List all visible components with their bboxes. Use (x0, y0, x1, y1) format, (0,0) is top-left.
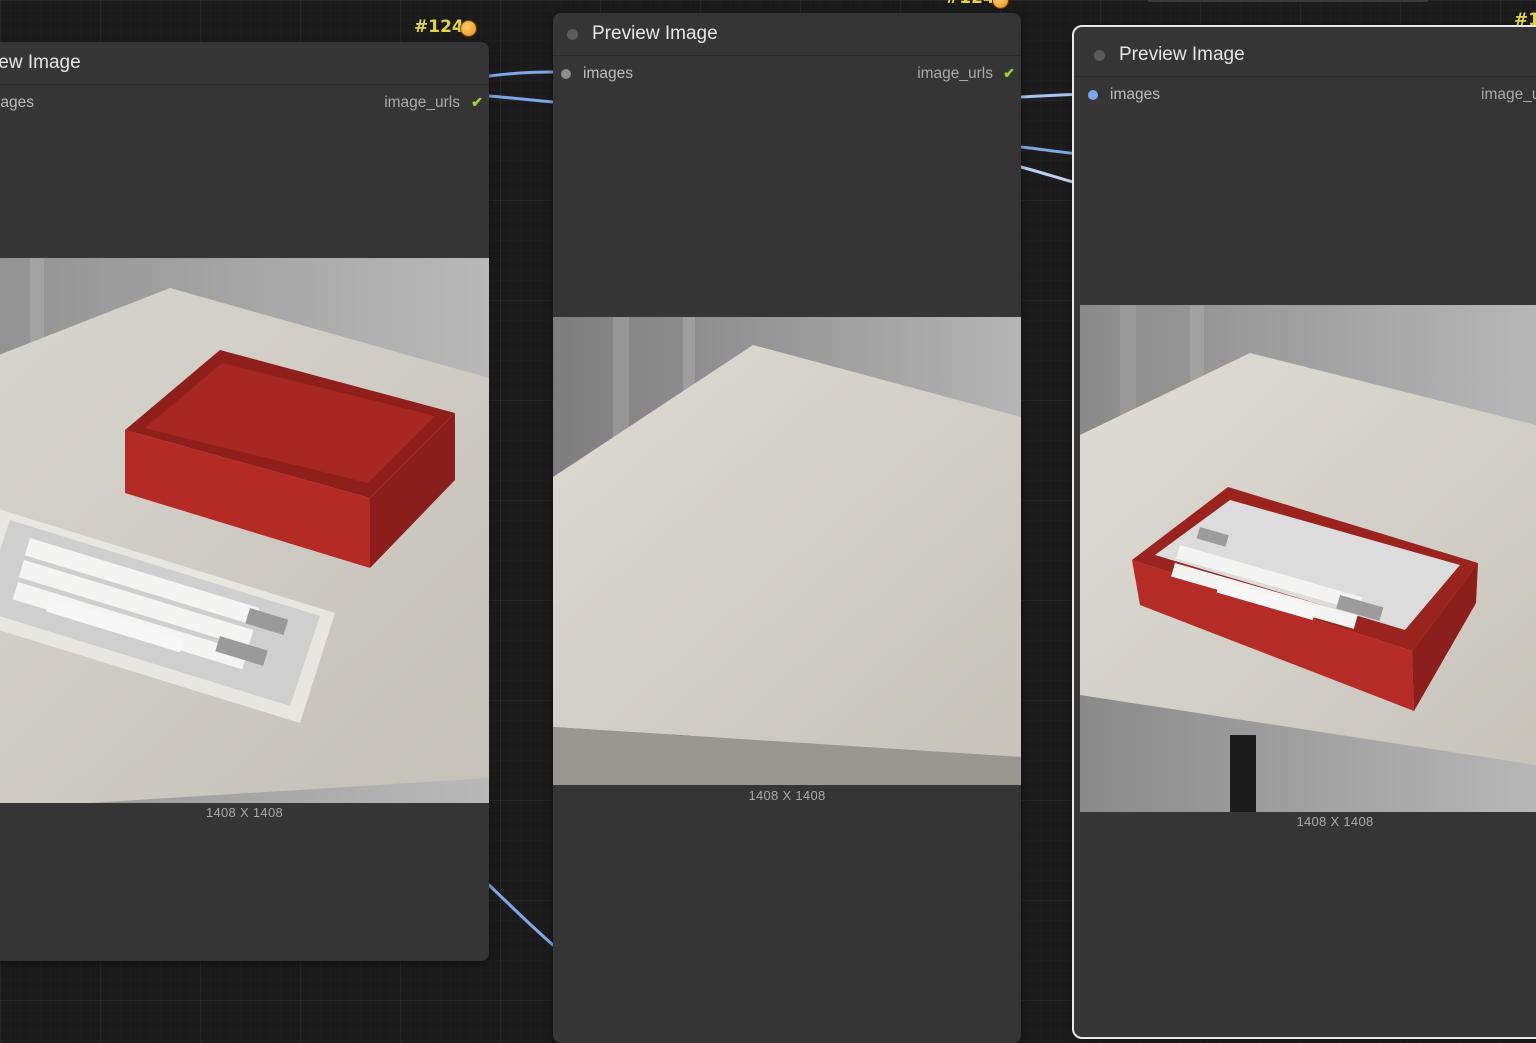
image-dimensions: 1408 X 1408 (748, 788, 826, 803)
preview-image[interactable] (1080, 305, 1536, 812)
wire-2 (487, 94, 555, 104)
badge-icon (460, 20, 477, 37)
image-dimensions: 1408 X 1408 (205, 805, 284, 820)
preview-image[interactable] (0, 258, 489, 803)
preview-image-node[interactable]: Preview Image images image_urls ✔ 1408 X (553, 13, 1021, 1043)
node-title: Preview Image (1119, 44, 1245, 65)
input-slot-images[interactable]: images (0, 94, 34, 112)
collapse-toggle-icon[interactable] (567, 28, 578, 40)
empty-table-photo (553, 317, 1021, 785)
slot-row: images image_urls ✔ (553, 63, 1021, 85)
node-badge: #124 (945, 0, 995, 8)
preview-image-node[interactable]: Preview Image images image_urls ✔ (0, 42, 489, 961)
offscreen-node-edge (1148, 0, 1428, 2)
node-header[interactable]: Preview Image (1074, 34, 1536, 77)
output-slot-image-urls[interactable]: image_urls (917, 65, 993, 83)
slot-row: images image_urls ✔ (0, 92, 489, 114)
wire-3 (487, 883, 555, 947)
node-header[interactable]: Preview Image (553, 13, 1021, 56)
wire-6 (1019, 165, 1082, 186)
wire-5 (1019, 145, 1082, 156)
wire-1 (487, 70, 555, 78)
node-title: Preview Image (0, 52, 81, 73)
check-icon: ✔ (471, 94, 483, 110)
input-slot-images[interactable]: images (1110, 86, 1160, 104)
input-dot-icon[interactable] (1088, 90, 1098, 100)
node-title: Preview Image (592, 23, 718, 44)
node-badge: #124 (414, 17, 464, 37)
keyboard-in-box-photo (1080, 305, 1536, 812)
keyboard-and-box-photo (0, 258, 489, 803)
input-slot-images[interactable]: images (583, 65, 633, 83)
preview-image-node-selected[interactable]: Preview Image images image_u 1408 X 1408 (1072, 25, 1536, 1039)
collapse-toggle-icon[interactable] (1094, 49, 1105, 61)
output-slot-image-urls[interactable]: image_u (1481, 86, 1536, 104)
preview-image[interactable] (553, 317, 1021, 785)
output-slot-image-urls[interactable]: image_urls (384, 94, 460, 112)
node-header[interactable]: Preview Image (0, 42, 489, 85)
input-dot-icon[interactable] (561, 69, 571, 79)
image-dimensions: 1408 X 1408 (1296, 814, 1374, 829)
slot-row: images image_u (1074, 84, 1536, 106)
check-icon: ✔ (1003, 65, 1015, 81)
